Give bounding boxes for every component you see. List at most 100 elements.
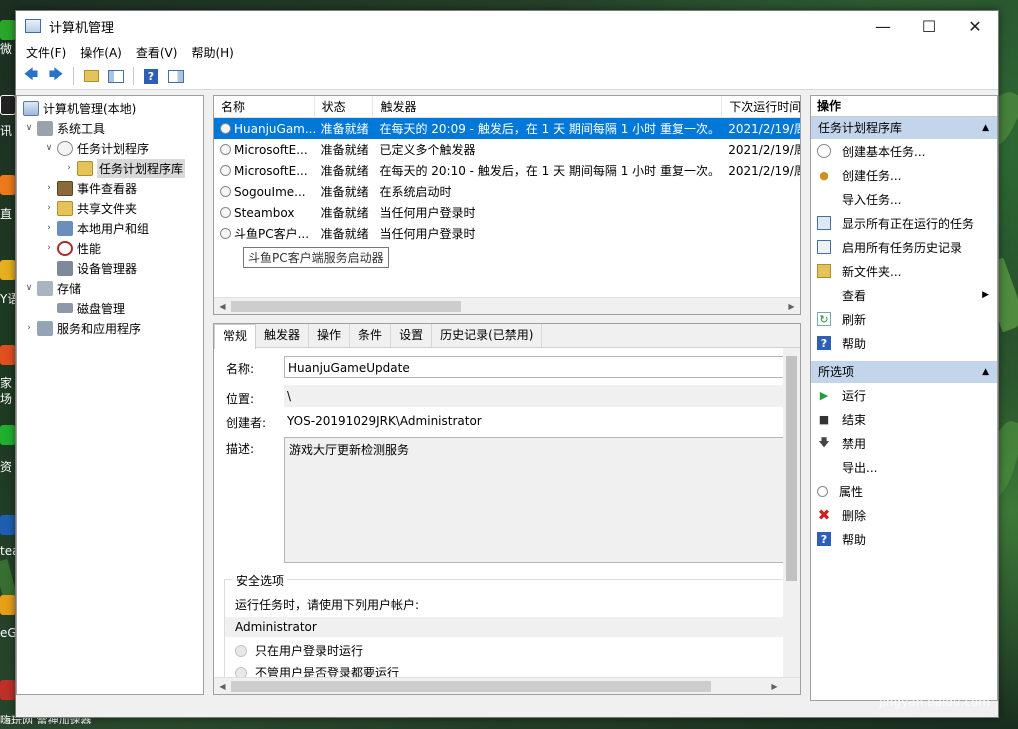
location-label: 位置: (226, 392, 255, 406)
action-import-task[interactable]: 导入任务... (811, 187, 997, 211)
radio-run-logged-on[interactable]: 只在用户登录时运行 (235, 642, 363, 659)
menu-action[interactable]: 操作(A) (74, 44, 128, 61)
maximize-button[interactable]: ☐ (906, 11, 952, 41)
tab-settings[interactable]: 设置 (391, 324, 433, 347)
collapse-triangle-icon[interactable]: ▲ (982, 361, 989, 383)
collapse-arrow-icon[interactable]: › (43, 223, 55, 233)
scrollbar-thumb[interactable] (786, 356, 797, 581)
action-help-selected[interactable]: ? 帮助 (811, 527, 997, 551)
action-run[interactable]: ▶ 运行 (811, 383, 997, 407)
tree-item-services[interactable]: › 服务和应用程序 (17, 318, 203, 338)
scroll-left-arrow-icon[interactable]: ◀ (214, 298, 231, 314)
tree-item-task-scheduler[interactable]: ∨ 任务计划程序 (17, 138, 203, 158)
forward-arrow-icon[interactable]: 🡆 (45, 66, 67, 86)
table-row[interactable]: SogouIme... 准备就绪 在系统启动时 (214, 181, 800, 202)
collapse-arrow-icon[interactable]: › (43, 243, 55, 253)
desktop-app-icon[interactable] (0, 345, 16, 365)
table-row[interactable]: MicrosoftE... 准备就绪 已定义多个触发器 2021/2/19/周 (214, 139, 800, 160)
table-row[interactable]: Steambox 准备就绪 当任何用户登录时 (214, 202, 800, 223)
scrollbar-thumb[interactable] (231, 301, 461, 312)
tree-item-storage[interactable]: ∨ 存储 (17, 278, 203, 298)
tab-conditions[interactable]: 条件 (350, 324, 392, 347)
table-row[interactable]: MicrosoftE... 准备就绪 在每天的 20:10 - 触发后，在 1 … (214, 160, 800, 181)
tree-item-system-tools[interactable]: ∨ 系统工具 (17, 118, 203, 138)
collapse-arrow-icon[interactable]: › (43, 183, 55, 193)
action-disable[interactable]: 🡇 禁用 (811, 431, 997, 455)
tab-history[interactable]: 历史记录(已禁用) (432, 324, 543, 347)
table-row[interactable]: HuanjuGam... 准备就绪 在每天的 20:09 - 触发后，在 1 天… (214, 118, 800, 139)
action-create-task[interactable]: ● 创建任务... (811, 163, 997, 187)
desktop-icon-label: 讯 (0, 124, 13, 138)
table-row[interactable]: 斗鱼PC客户... 准备就绪 当任何用户登录时 (214, 223, 800, 244)
up-folder-icon[interactable] (80, 66, 102, 86)
action-show-running[interactable]: 显示所有正在运行的任务 (811, 211, 997, 235)
desktop-app-icon[interactable] (0, 595, 16, 615)
collapse-arrow-icon[interactable]: › (43, 203, 55, 213)
action-help[interactable]: ? 帮助 (811, 331, 997, 355)
name-field[interactable]: HuanjuGameUpdate (284, 356, 784, 378)
scroll-right-arrow-icon[interactable]: ▶ (783, 298, 800, 314)
tab-triggers[interactable]: 触发器 (256, 324, 310, 347)
help-icon[interactable]: ? (140, 66, 162, 86)
horizontal-scrollbar[interactable]: ◀ ▶ (214, 677, 800, 694)
tree-item-root[interactable]: 计算机管理(本地) (17, 98, 203, 118)
action-create-basic-task[interactable]: 创建基本任务... (811, 139, 997, 163)
column-next-run[interactable]: 下次运行时间 (722, 96, 800, 117)
task-clock-icon (220, 164, 231, 176)
shared-folder-icon (57, 200, 73, 216)
menu-view[interactable]: 查看(V) (130, 44, 184, 61)
desktop-app-icon[interactable] (0, 20, 16, 40)
desktop-icon-label: 资 (0, 460, 13, 474)
action-end[interactable]: ■ 结束 (811, 407, 997, 431)
scrollbar-thumb[interactable] (231, 681, 711, 692)
tree-item-performance[interactable]: › 性能 (17, 238, 203, 258)
desktop-app-icon[interactable] (0, 680, 16, 700)
expand-arrow-icon[interactable]: ∨ (43, 143, 55, 153)
desktop-app-icon[interactable] (0, 95, 16, 115)
expand-arrow-icon[interactable]: ∨ (23, 123, 35, 133)
action-refresh[interactable]: ↻ 刷新 (811, 307, 997, 331)
tree-item-device-manager[interactable]: 设备管理器 (17, 258, 203, 278)
tree-item-event-viewer[interactable]: › 事件查看器 (17, 178, 203, 198)
close-button[interactable]: ✕ (952, 11, 998, 41)
action-new-folder[interactable]: 新文件夹... (811, 259, 997, 283)
show-hide-tree-icon[interactable] (105, 66, 127, 86)
collapse-triangle-icon[interactable]: ▲ (982, 117, 989, 139)
description-field[interactable]: 游戏大厅更新检测服务 (284, 437, 784, 563)
back-arrow-icon[interactable]: 🡄 (20, 66, 42, 86)
run-icon: ▶ (819, 388, 829, 402)
scroll-left-arrow-icon[interactable]: ◀ (214, 678, 231, 694)
actions-section-selected[interactable]: 所选项 ▲ (811, 361, 997, 383)
vertical-scrollbar[interactable] (783, 348, 800, 677)
action-properties[interactable]: 属性 (811, 479, 997, 503)
tree-item-local-users[interactable]: › 本地用户和组 (17, 218, 203, 238)
expand-arrow-icon[interactable]: ∨ (23, 283, 35, 293)
tab-general[interactable]: 常规 (214, 324, 257, 349)
action-view[interactable]: 查看 ▶ (811, 283, 997, 307)
action-export[interactable]: 导出... (811, 455, 997, 479)
tree-item-shared-folders[interactable]: › 共享文件夹 (17, 198, 203, 218)
column-name[interactable]: 名称 (214, 96, 315, 117)
minimize-button[interactable]: — (860, 11, 906, 41)
desktop-app-icon[interactable] (0, 515, 16, 535)
menu-help[interactable]: 帮助(H) (185, 44, 239, 61)
action-enable-history[interactable]: 启用所有任务历史记录 (811, 235, 997, 259)
column-trigger[interactable]: 触发器 (373, 96, 723, 117)
title-bar[interactable]: 计算机管理 — ☐ ✕ (16, 11, 998, 41)
column-status[interactable]: 状态 (315, 96, 374, 117)
desktop-app-icon[interactable] (0, 260, 16, 280)
tree-item-task-library[interactable]: › 任务计划程序库 (17, 158, 203, 178)
actions-section-library[interactable]: 任务计划程序库 ▲ (811, 117, 997, 139)
desktop-app-icon[interactable] (0, 425, 16, 445)
horizontal-scrollbar[interactable]: ◀ ▶ (214, 297, 800, 314)
tree-item-disk-management[interactable]: 磁盘管理 (17, 298, 203, 318)
scroll-right-arrow-icon[interactable]: ▶ (766, 678, 783, 694)
collapse-arrow-icon[interactable]: › (23, 323, 35, 333)
collapse-arrow-icon[interactable]: › (63, 163, 75, 173)
tab-actions[interactable]: 操作 (309, 324, 351, 347)
running-tasks-icon (817, 216, 831, 230)
menu-file[interactable]: 文件(F) (20, 44, 72, 61)
show-action-pane-icon[interactable] (165, 66, 187, 86)
desktop-app-icon[interactable] (0, 175, 16, 195)
action-delete[interactable]: ✖ 删除 (811, 503, 997, 527)
